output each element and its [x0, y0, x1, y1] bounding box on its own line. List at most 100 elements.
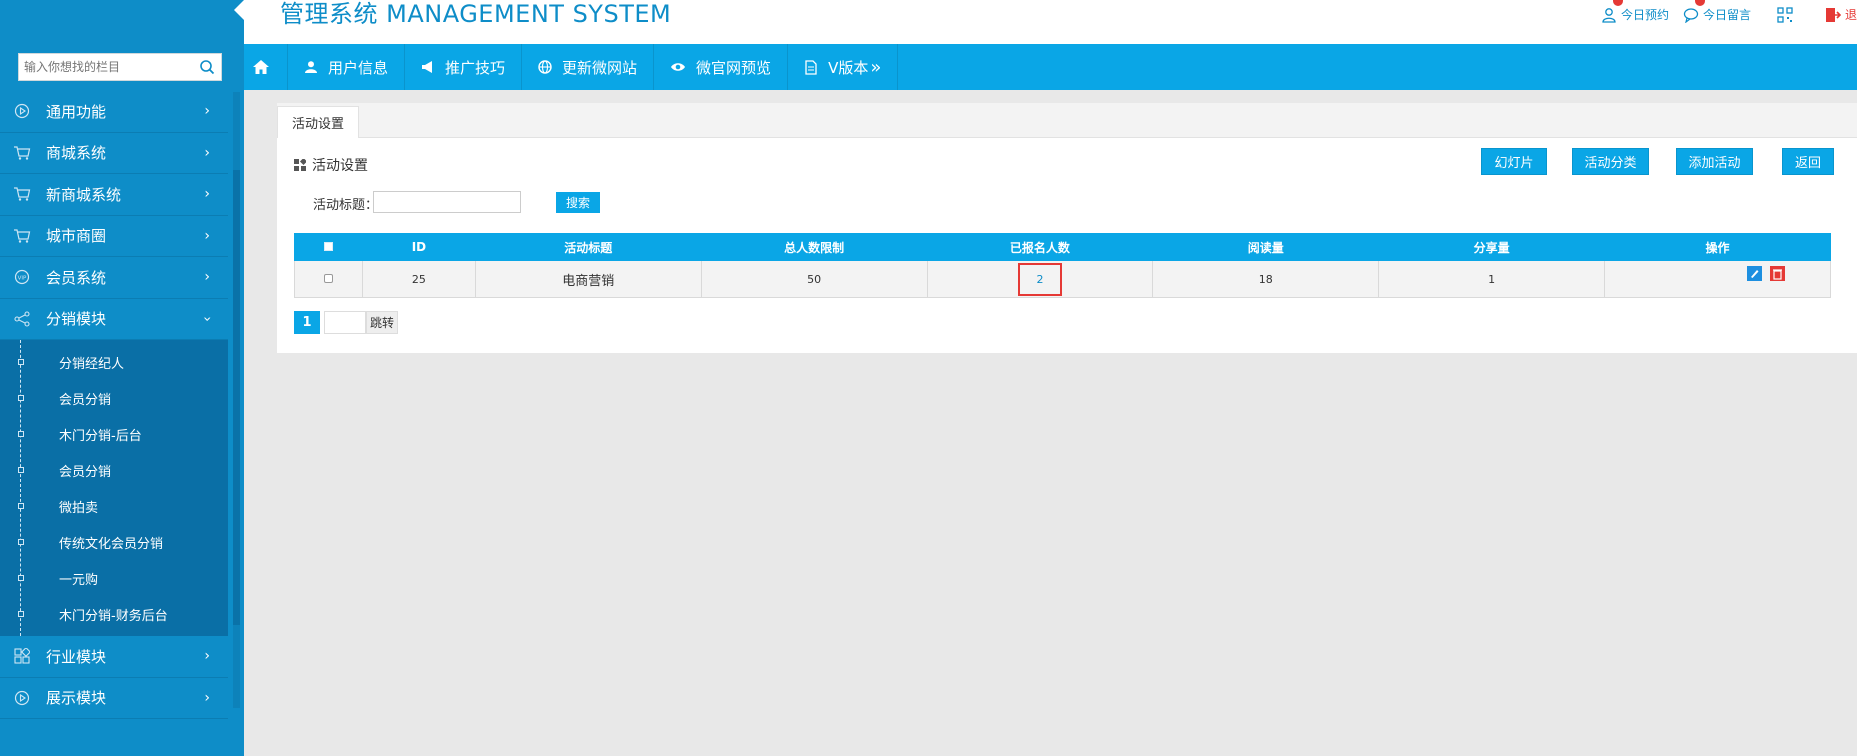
- cart-icon: [12, 184, 32, 204]
- tab-activity-settings[interactable]: 活动设置: [277, 106, 360, 138]
- tree-node-icon: [18, 359, 24, 365]
- row-select-cell[interactable]: [294, 260, 363, 298]
- sidebar-item-mall[interactable]: 商城系统 ›: [0, 132, 228, 174]
- sidebar-item-industry[interactable]: 行业模块 ›: [0, 636, 228, 678]
- today-appointments-link[interactable]: 今日预约: [1601, 0, 1669, 23]
- section-title: 活动设置: [294, 155, 368, 175]
- sidebar-item-label: 通用功能: [46, 102, 107, 121]
- activity-title-input[interactable]: [373, 191, 521, 213]
- sidebar-search[interactable]: [18, 53, 222, 81]
- search-icon[interactable]: [199, 59, 215, 75]
- header-link-label: 今日留言: [1702, 8, 1751, 22]
- double-chevron-right-icon: »: [870, 56, 882, 78]
- logout-icon: [1825, 7, 1841, 22]
- submenu-item[interactable]: 传统文化会员分销: [0, 524, 228, 560]
- submenu-label: 微拍卖: [59, 500, 99, 516]
- globe-icon: [538, 60, 552, 74]
- edit-icon[interactable]: [1747, 266, 1763, 281]
- nav-update-site[interactable]: 更新微网站: [522, 44, 655, 90]
- sidebar-item-new-mall[interactable]: 新商城系统 ›: [0, 174, 228, 216]
- play-icon: [12, 101, 32, 121]
- content-panel: 活动设置 活动设置 幻灯片 活动分类 添加活动 返回 活动标题： 搜索 ID 活…: [277, 103, 1857, 353]
- page-jump-input[interactable]: [324, 311, 366, 334]
- today-messages-link[interactable]: 今日留言: [1683, 0, 1751, 23]
- column-header: 操作: [1604, 233, 1831, 261]
- chevron-right-icon: ›: [204, 186, 210, 202]
- select-all-checkbox[interactable]: [323, 242, 333, 251]
- nav-site-preview[interactable]: 微官网预览: [654, 44, 789, 90]
- submenu-label: 木门分销-后台: [59, 428, 142, 444]
- page-number-button[interactable]: 1: [294, 311, 320, 334]
- sidebar-item-distribution[interactable]: 分销模块 ›: [0, 298, 228, 340]
- search-button[interactable]: 搜索: [556, 192, 600, 213]
- limit-cell: 50: [700, 260, 928, 298]
- svg-text:VIP: VIP: [18, 276, 27, 282]
- qr-code-link[interactable]: [1777, 6, 1797, 23]
- scrollbar-thumb[interactable]: [233, 170, 240, 625]
- megaphone-icon: [422, 61, 433, 73]
- filter-label: 活动标题：: [313, 198, 379, 213]
- sidebar-item-member[interactable]: VIP 会员系统 ›: [0, 257, 228, 299]
- chevron-right-icon: ›: [204, 648, 210, 664]
- sidebar-item-label: 行业模块: [46, 647, 107, 666]
- header-link-label: 退: [1844, 8, 1857, 22]
- home-button[interactable]: [244, 44, 288, 90]
- grid-icon: [12, 646, 32, 666]
- sidebar-item-general[interactable]: 通用功能 ›: [0, 91, 228, 133]
- vip-icon: VIP: [12, 267, 32, 287]
- qr-code-icon: [1777, 6, 1793, 23]
- submenu-item[interactable]: 分销经纪人: [0, 344, 228, 380]
- submenu-item[interactable]: 一元购: [0, 560, 228, 596]
- nav-version[interactable]: V版本 »: [788, 44, 899, 90]
- chevron-right-icon: ›: [204, 144, 210, 161]
- sidebar-item-city[interactable]: 城市商圈 ›: [0, 215, 228, 257]
- nav-promo-tips[interactable]: 推广技巧: [405, 44, 523, 90]
- tree-node-icon: [18, 539, 24, 545]
- eye-icon: [671, 63, 686, 71]
- chevron-down-icon: ›: [199, 315, 216, 322]
- submenu-label: 传统文化会员分销: [59, 536, 164, 552]
- actions-cell: [1604, 260, 1831, 298]
- signed-count-link[interactable]: 2: [1017, 262, 1062, 296]
- select-all-header[interactable]: [294, 233, 363, 261]
- chevron-right-icon: ›: [204, 689, 210, 706]
- pagination: 1 跳转: [294, 311, 398, 334]
- submenu-label: 一元购: [59, 572, 99, 588]
- table-header-row: ID 活动标题 总人数限制 已报名人数 阅读量 分享量 操作: [294, 233, 1831, 261]
- chevron-right-icon: ›: [204, 227, 210, 244]
- sidebar-search-input[interactable]: [19, 54, 189, 80]
- nav-label: 推广技巧: [445, 58, 506, 77]
- submenu-item[interactable]: 会员分销: [0, 380, 228, 416]
- submenu-item[interactable]: 木门分销-后台: [0, 416, 228, 452]
- sidebar-menu: 通用功能 › 商城系统 › 新商城系统 › 城市商圈 › VIP 会员系统 › …: [0, 91, 228, 719]
- cart-icon: [12, 226, 32, 246]
- table-row: 25 电商营销 50 2 18 1: [294, 260, 1831, 298]
- submenu-item[interactable]: 微拍卖: [0, 488, 228, 524]
- sidebar-item-label: 城市商圈: [46, 227, 107, 246]
- header: 管理系统 MANAGEMENT SYSTEM 今日预约 今日留言 退: [244, 0, 1857, 44]
- sidebar: 通用功能 › 商城系统 › 新商城系统 › 城市商圈 › VIP 会员系统 › …: [0, 0, 244, 756]
- slideshow-button[interactable]: 幻灯片: [1481, 148, 1547, 175]
- sidebar-item-label: 会员系统: [46, 268, 107, 287]
- add-activity-button[interactable]: 添加活动: [1676, 148, 1753, 175]
- document-icon: [805, 59, 817, 75]
- tab-bar: 活动设置: [277, 103, 1857, 138]
- home-icon: [252, 60, 269, 74]
- submenu-item[interactable]: 会员分销: [0, 452, 228, 488]
- sidebar-item-display[interactable]: 展示模块 ›: [0, 677, 228, 719]
- submenu-item[interactable]: 木门分销-财务后台: [0, 596, 228, 632]
- column-header: 活动标题: [474, 233, 702, 261]
- page-jump-button[interactable]: 跳转: [366, 311, 398, 334]
- play-icon: [12, 688, 32, 708]
- activity-category-button[interactable]: 活动分类: [1572, 148, 1649, 175]
- nav-user-info[interactable]: 用户信息: [288, 44, 406, 90]
- trash-icon[interactable]: [1770, 266, 1786, 281]
- submenu-label: 木门分销-财务后台: [59, 608, 168, 624]
- logout-link[interactable]: 退: [1825, 6, 1857, 23]
- row-checkbox[interactable]: [323, 273, 333, 283]
- tree-node-icon: [18, 611, 24, 617]
- back-button[interactable]: 返回: [1782, 148, 1834, 175]
- sidebar-item-label: 新商城系统: [46, 185, 122, 204]
- submenu-label: 会员分销: [59, 392, 112, 408]
- sidebar-scrollbar[interactable]: [233, 92, 240, 708]
